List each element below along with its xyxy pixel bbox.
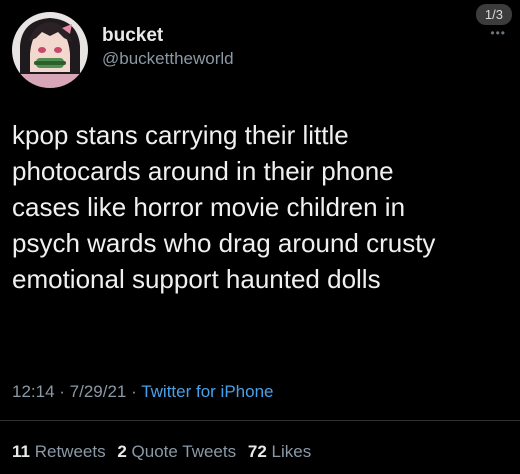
tweet-date[interactable]: 7/29/21 [70, 382, 127, 401]
retweets-count: 11 [12, 442, 30, 461]
avatar[interactable] [12, 12, 88, 88]
quote-tweets-count: 2 [117, 442, 127, 461]
likes-count: 72 [247, 442, 267, 461]
divider [0, 420, 520, 421]
tweet-line: cases like horror movie children in [12, 192, 406, 222]
user-handle[interactable]: @buckettheworld [102, 48, 234, 70]
tweet-time[interactable]: 12:14 [12, 382, 55, 401]
meta-separator: · [126, 382, 142, 401]
retweets-stat[interactable]: 11 Retweets [12, 442, 106, 461]
quote-tweets-label: Quote Tweets [131, 442, 237, 461]
image-page-counter: 1/3 [475, 4, 512, 25]
likes-label: Likes [271, 442, 312, 461]
tweet-header: bucket @buckettheworld [12, 12, 234, 88]
quote-tweets-stat[interactable]: 2 Quote Tweets [117, 442, 236, 461]
tweet-line: kpop stans carrying their little [12, 120, 349, 150]
tweet-source-link[interactable]: Twitter for iPhone [141, 382, 273, 401]
tweet-line: emotional support haunted dolls [12, 264, 381, 294]
tweet-line: photocards around in their phone [12, 156, 394, 186]
tweet-text: kpop stans carrying their little photoca… [12, 117, 517, 297]
retweets-label: Retweets [34, 442, 106, 461]
tweet-meta: 12:14 · 7/29/21 · Twitter for iPhone [12, 382, 273, 402]
meta-separator: · [54, 382, 70, 401]
display-name[interactable]: bucket [102, 24, 234, 48]
more-options-icon[interactable]: ••• [490, 26, 506, 40]
engagement-stats: 11 Retweets 2 Quote Tweets 72 Likes [12, 442, 318, 462]
tweet-line: psych wards who drag around crusty [12, 228, 436, 258]
likes-stat[interactable]: 72 Likes [248, 442, 311, 461]
